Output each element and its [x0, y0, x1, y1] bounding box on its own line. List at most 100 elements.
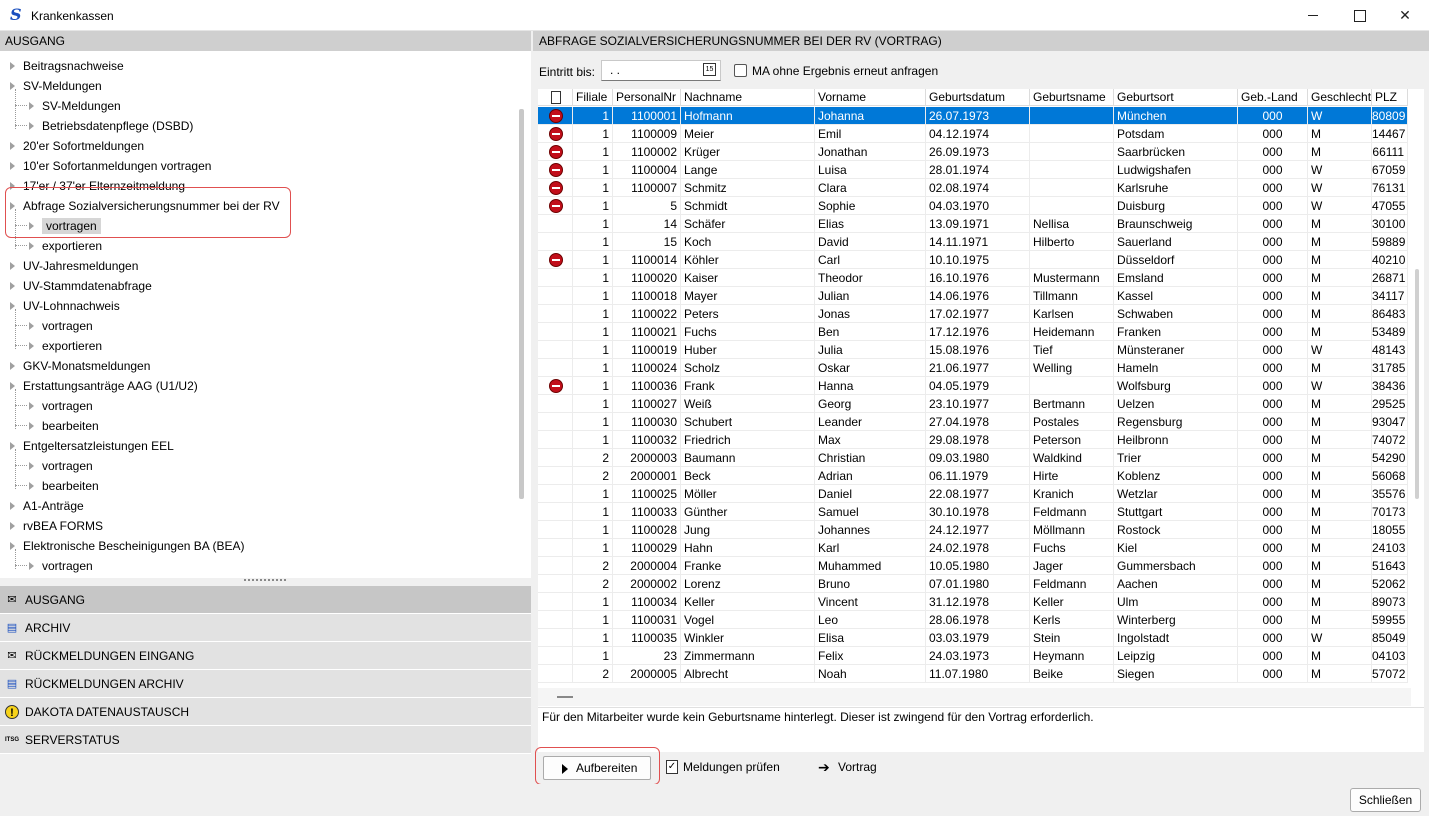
close-window-button[interactable]: ✕ [1382, 0, 1428, 31]
tree-item[interactable]: Elektronische Bescheinigungen BA (BEA) [10, 535, 244, 555]
nav-rückmeldungen-eingang[interactable]: ✉ RÜCKMELDUNGEN EINGANG [0, 642, 531, 670]
tree-item[interactable]: UV-Stammdatenabfrage [10, 275, 152, 295]
expand-arrow-icon[interactable] [29, 481, 34, 490]
tree-item[interactable]: UV-Lohnnachweis [10, 295, 120, 315]
expand-arrow-icon[interactable] [29, 101, 34, 110]
table-row[interactable]: 1 1100025 Möller Daniel 22.08.1977 Kranich Wet… [538, 485, 1408, 503]
table-row[interactable]: 2 2000005 Albrecht Noah 11.07.1980 Beike Siege… [538, 665, 1408, 683]
expand-arrow-icon[interactable] [29, 461, 34, 470]
table-row[interactable]: 1 1100002 Krüger Jonathan 26.09.1973 Saarbrüc… [538, 143, 1408, 161]
table-row[interactable]: 1 1100014 Köhler Carl 10.10.1975 Düsseldorf 00… [538, 251, 1408, 269]
table-row[interactable]: 1 15 Koch David 14.11.1971 Hilberto Sauerland 0… [538, 233, 1408, 251]
column-header[interactable]: Vorname [815, 89, 926, 106]
tree-item[interactable]: SV-Meldungen [29, 95, 121, 115]
tree-item[interactable]: Entgeltersatzleistungen EEL [10, 435, 174, 455]
checklist-icon[interactable]: ✓ [666, 760, 678, 774]
table-row[interactable]: 1 1100007 Schmitz Clara 02.08.1974 Karlsruhe 0… [538, 179, 1408, 197]
table-row[interactable]: 1 1100001 Hofmann Johanna 26.07.1973 München 0… [538, 107, 1408, 125]
expand-arrow-icon[interactable] [29, 341, 34, 350]
column-header[interactable]: PLZ [1372, 89, 1408, 106]
table-row[interactable]: 1 1100034 Keller Vincent 31.12.1978 Keller Ulm… [538, 593, 1408, 611]
expand-arrow-icon[interactable] [29, 561, 34, 570]
expand-arrow-icon[interactable] [10, 281, 15, 290]
tree-item[interactable]: vortragen [29, 395, 93, 415]
nav-ausgang[interactable]: ✉ AUSGANG [0, 586, 531, 614]
table-row[interactable]: 1 1100020 Kaiser Theodor 16.10.1976 Musterman… [538, 269, 1408, 287]
column-header[interactable]: Filiale [573, 89, 613, 106]
table-row[interactable]: 2 2000001 Beck Adrian 06.11.1979 Hirte Koblenz… [538, 467, 1408, 485]
table-row[interactable]: 1 1100030 Schubert Leander 27.04.1978 Postale… [538, 413, 1408, 431]
tree-item[interactable]: GKV-Monatsmeldungen [10, 355, 150, 375]
expand-arrow-icon[interactable] [29, 321, 34, 330]
table-row[interactable]: 1 1100028 Jung Johannes 24.12.1977 Möllmann Ro… [538, 521, 1408, 539]
grid-horizontal-scrollbar[interactable] [538, 688, 1411, 706]
table-row[interactable]: 1 1100018 Mayer Julian 14.06.1976 Tillmann Kas… [538, 287, 1408, 305]
table-row[interactable]: 1 1100022 Peters Jonas 17.02.1977 Karlsen Schw… [538, 305, 1408, 323]
maximize-button[interactable] [1336, 0, 1382, 31]
calendar-icon[interactable]: 15 [703, 63, 716, 76]
tree-item[interactable]: vortragen [29, 455, 93, 475]
schliessen-button[interactable]: Schließen [1350, 788, 1421, 812]
table-row[interactable]: 1 1100024 Scholz Oskar 21.06.1977 Welling Hame… [538, 359, 1408, 377]
vortrag-button[interactable]: Vortrag [838, 760, 877, 774]
tree-item[interactable]: UV-Jahresmeldungen [10, 255, 138, 275]
table-row[interactable]: 1 1100036 Frank Hanna 04.05.1979 Wolfsburg 000… [538, 377, 1408, 395]
tree-item[interactable]: vortragen [29, 555, 93, 575]
tree-scrollbar[interactable] [519, 109, 524, 499]
tree-item[interactable]: bearbeiten [29, 415, 99, 435]
tree-item[interactable]: rvBEA FORMS [10, 515, 103, 535]
expand-arrow-icon[interactable] [29, 241, 34, 250]
expand-arrow-icon[interactable] [10, 61, 15, 70]
expand-arrow-icon[interactable] [10, 261, 15, 270]
nav-dakota-datenaustausch[interactable]: ! DAKOTA DATENAUSTAUSCH [0, 698, 531, 726]
column-header[interactable] [538, 89, 573, 106]
panel-splitter[interactable] [0, 578, 531, 586]
column-header[interactable]: Geburtsdatum [926, 89, 1030, 106]
tree-item[interactable]: exportieren [29, 335, 102, 355]
table-row[interactable]: 1 1100035 Winkler Elisa 03.03.1979 Stein Ingol… [538, 629, 1408, 647]
expand-arrow-icon[interactable] [29, 401, 34, 410]
table-row[interactable]: 1 1100032 Friedrich Max 29.08.1978 Peterson He… [538, 431, 1408, 449]
nav-serverstatus[interactable]: ITSG SERVERSTATUS [0, 726, 531, 754]
tree-item[interactable]: 10'er Sofortanmeldungen vortragen [10, 155, 211, 175]
table-row[interactable]: 1 1100031 Vogel Leo 28.06.1978 Kerls Winterber… [538, 611, 1408, 629]
table-row[interactable]: 1 1100019 Huber Julia 15.08.1976 Tief Münstera… [538, 341, 1408, 359]
expand-arrow-icon[interactable] [10, 361, 15, 370]
tree-item[interactable]: Erstattungsanträge AAG (U1/U2) [10, 375, 198, 395]
table-row[interactable]: 1 1100029 Hahn Karl 24.02.1978 Fuchs Kiel 000 M 2… [538, 539, 1408, 557]
retry-checkbox[interactable] [734, 64, 747, 77]
column-header[interactable]: Geschlecht [1308, 89, 1372, 106]
table-row[interactable]: 1 1100004 Lange Luisa 28.01.1974 Ludwigshafen… [538, 161, 1408, 179]
table-row[interactable]: 1 1100009 Meier Emil 04.12.1974 Potsdam 000 M 14… [538, 125, 1408, 143]
nav-rückmeldungen-archiv[interactable]: ▤ RÜCKMELDUNGEN ARCHIV [0, 670, 531, 698]
table-row[interactable]: 1 5 Schmidt Sophie 04.03.1970 Duisburg 000 W 470… [538, 197, 1408, 215]
grid-vertical-scrollbar[interactable] [1411, 89, 1424, 687]
tree-item[interactable]: Beitragsnachweise [10, 55, 124, 75]
tree-item[interactable]: A1-Anträge [10, 495, 84, 515]
tree-item[interactable]: SV-Meldungen [10, 75, 102, 95]
column-header[interactable]: Geburtsname [1030, 89, 1114, 106]
table-row[interactable]: 2 2000003 Baumann Christian 09.03.1980 Waldki… [538, 449, 1408, 467]
meldungen-pruefen-button[interactable]: Meldungen prüfen [683, 760, 780, 774]
expand-arrow-icon[interactable] [10, 161, 15, 170]
table-row[interactable]: 1 1100021 Fuchs Ben 17.12.1976 Heidemann Frank… [538, 323, 1408, 341]
table-row[interactable]: 1 23 Zimmermann Felix 24.03.1973 Heymann Leipz… [538, 647, 1408, 665]
expand-arrow-icon[interactable] [29, 421, 34, 430]
tree-item[interactable]: Betriebsdatenpflege (DSBD) [29, 115, 193, 135]
minimize-button[interactable] [1290, 0, 1336, 31]
table-row[interactable]: 2 2000004 Franke Muhammed 10.05.1980 Jager Gum… [538, 557, 1408, 575]
column-header[interactable]: Nachname [681, 89, 815, 106]
tree-item[interactable]: exportieren [29, 235, 102, 255]
table-row[interactable]: 1 1100027 Weiß Georg 23.10.1977 Bertmann Uelze… [538, 395, 1408, 413]
column-header[interactable]: PersonalNr [613, 89, 681, 106]
tree-item[interactable]: 20'er Sofortmeldungen [10, 135, 144, 155]
expand-arrow-icon[interactable] [29, 121, 34, 130]
nav-archiv[interactable]: ▤ ARCHIV [0, 614, 531, 642]
expand-arrow-icon[interactable] [10, 141, 15, 150]
table-row[interactable]: 1 1100033 Günther Samuel 30.10.1978 Feldmann S… [538, 503, 1408, 521]
column-header[interactable]: Geb.-Land [1238, 89, 1308, 106]
table-row[interactable]: 2 2000002 Lorenz Bruno 07.01.1980 Feldmann Aac… [538, 575, 1408, 593]
expand-arrow-icon[interactable] [10, 521, 15, 530]
column-header[interactable]: Geburtsort [1114, 89, 1238, 106]
table-row[interactable]: 1 14 Schäfer Elias 13.09.1971 Nellisa Braunsch… [538, 215, 1408, 233]
